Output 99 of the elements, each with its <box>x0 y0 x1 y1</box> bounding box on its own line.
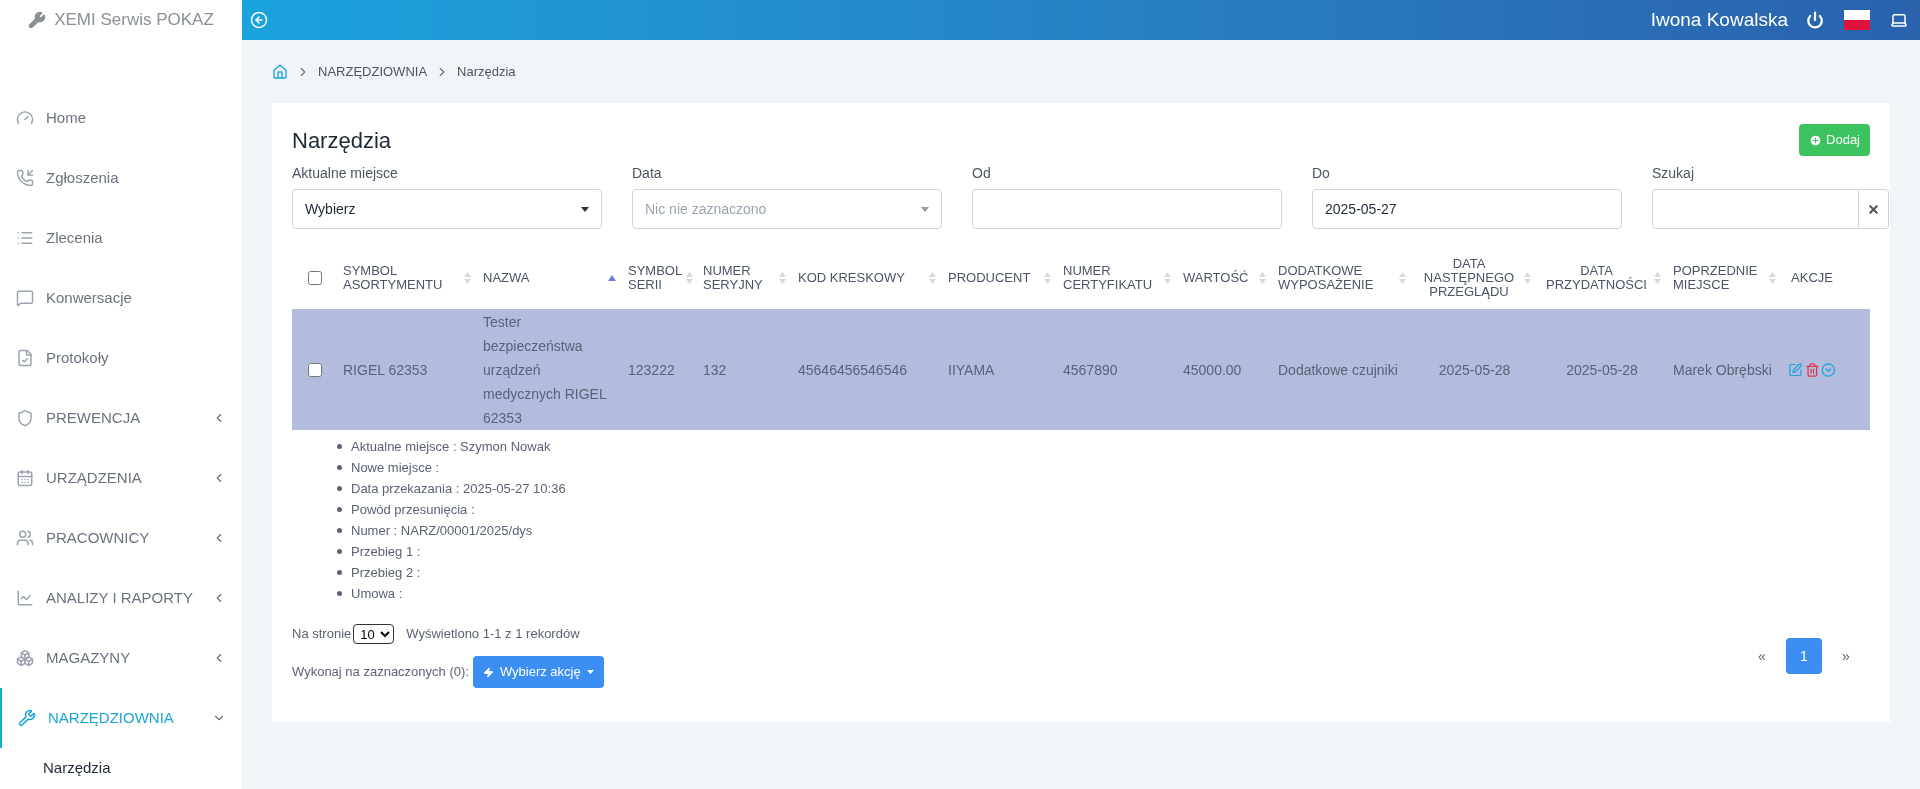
detail-text: Numer : NARZ/00001/2025/dys <box>351 522 533 540</box>
column-header[interactable]: NAZWA <box>483 271 530 285</box>
edit-icon[interactable] <box>1788 361 1803 378</box>
table-cell: Tester bezpieczeństwa urządzeń medycznych RIGEL 62353 <box>483 313 607 426</box>
filter-label: Od <box>972 164 992 181</box>
sidebar-item[interactable]: MAGAZYNY <box>0 628 242 688</box>
select-all-checkbox[interactable] <box>307 271 322 285</box>
caret-icon <box>581 206 589 212</box>
sidebar-item[interactable]: Konwersacje <box>0 268 242 328</box>
list-icon <box>16 229 34 247</box>
bullet-icon <box>337 570 342 575</box>
table-cell: RIGEL 62353 <box>343 361 428 378</box>
bullet-icon <box>337 549 342 554</box>
breadcrumb-link[interactable]: Narzędzia <box>457 61 516 82</box>
document-icon <box>16 349 34 367</box>
sidebar-item[interactable]: URZĄDZENIA <box>0 448 242 508</box>
column-header: AKCJE <box>1791 271 1833 285</box>
user-name[interactable]: Iwona Kowalska <box>1650 5 1788 35</box>
lightning-icon <box>482 666 494 678</box>
sidebar-item[interactable]: Zlecenia <box>0 208 242 268</box>
power-icon[interactable] <box>1806 11 1824 29</box>
column-header[interactable]: WARTOŚĆ <box>1183 271 1249 285</box>
close-icon <box>1867 202 1880 216</box>
column-header[interactable]: DATA PRZYDATNOŚCI <box>1543 264 1650 292</box>
brand-name: XEMI Serwis POKAZ <box>54 9 214 32</box>
filter-label: Data <box>632 164 663 181</box>
column-header[interactable]: PRODUCENT <box>948 271 1031 285</box>
flag-icon[interactable] <box>1844 10 1870 30</box>
table-cell: IIYAMA <box>948 361 995 378</box>
table-cell: 45000.00 <box>1183 361 1242 378</box>
table-cell: 4567890 <box>1063 361 1118 378</box>
records-summary: Wyświetlono 1-1 z 1 rekordów <box>406 625 580 644</box>
table-cell: 2025-05-28 <box>1566 361 1638 378</box>
column-header[interactable]: KOD KRESKOWY <box>798 271 905 285</box>
wrench-icon <box>28 11 47 29</box>
column-header[interactable]: SYMBOL SERII <box>628 264 682 292</box>
column-header[interactable]: DATA NASTĘPNEGO PRZEGLĄDU <box>1418 257 1520 299</box>
caret-icon <box>586 670 594 674</box>
users-icon <box>16 529 34 547</box>
bullet-icon <box>337 591 342 596</box>
detail-text: Aktualne miejsce : Szymon Nowak <box>351 438 551 456</box>
column-header[interactable]: NUMER CERTYFIKATU <box>1063 264 1160 292</box>
bullet-icon <box>337 486 342 491</box>
home-icon[interactable] <box>272 63 288 80</box>
table-cell: 2025-05-28 <box>1438 361 1511 378</box>
detail-text: Umowa : <box>351 585 403 603</box>
detail-text: Powód przesunięcia : <box>351 501 475 519</box>
date-field[interactable] <box>972 189 1282 229</box>
table-cell: Marek Obrębski <box>1673 361 1772 378</box>
calendar-icon <box>16 469 34 487</box>
filter-label: Aktualne miejsce <box>292 164 399 181</box>
detail-text: Przebieg 1 : <box>351 543 421 561</box>
laptop-icon[interactable] <box>1890 11 1908 29</box>
sidebar-item[interactable]: Protokoły <box>0 328 242 388</box>
table-cell: 45646456546546 <box>798 361 907 378</box>
column-header[interactable]: DODATKOWE WYPOSAŻENIE <box>1278 264 1395 292</box>
row-checkbox[interactable] <box>307 362 322 377</box>
bullet-icon <box>337 444 342 449</box>
trash-icon[interactable] <box>1804 361 1820 378</box>
sidebar-item[interactable]: Zgłoszenia <box>0 148 242 208</box>
collapse-icon[interactable] <box>250 11 268 29</box>
boxes-icon <box>16 649 34 667</box>
gauge-icon <box>16 109 34 127</box>
phone-icon <box>16 169 34 187</box>
column-header[interactable]: NUMER SERYJNY <box>703 264 775 292</box>
table-cell: Dodatkowe czujniki <box>1278 361 1398 378</box>
search-field[interactable] <box>1652 189 1859 229</box>
caret-icon <box>921 206 929 212</box>
per-page-select[interactable]: 10 <box>353 624 395 644</box>
clear-button[interactable] <box>1859 189 1889 229</box>
detail-text: Data przekazania : 2025-05-27 10:36 <box>351 480 566 498</box>
sidebar-item[interactable]: PRACOWNICY <box>0 508 242 568</box>
expand-icon[interactable] <box>1821 361 1836 378</box>
filter-label: Szukaj <box>1652 164 1696 181</box>
table-cell: 123222 <box>628 361 675 378</box>
detail-text: Przebieg 2 : <box>351 564 421 582</box>
wrench-icon <box>18 709 36 727</box>
detail-text: Nowe miejsce : <box>351 459 440 477</box>
sidebar-item[interactable]: Home <box>0 88 242 148</box>
shield-icon <box>16 409 34 427</box>
bullet-icon <box>337 528 342 533</box>
page-title: Narzędzia <box>292 126 392 155</box>
date-field[interactable]: 2025-05-27 <box>1312 189 1622 229</box>
column-header[interactable]: SYMBOL ASORTYMENTU <box>343 264 460 292</box>
table-cell: 132 <box>703 361 727 378</box>
breadcrumb-link[interactable]: NARZĘDZIOWNIA <box>318 61 428 82</box>
bullet-icon <box>337 507 342 512</box>
bulk-action-label: Wykonaj na zaznaczonych (0): <box>292 663 469 682</box>
filter-label: Do <box>1312 164 1331 181</box>
line-chart-icon <box>16 589 34 607</box>
submenu-item[interactable]: Narzędzia <box>0 748 242 788</box>
column-header[interactable]: POPRZEDNIE MIEJSCE <box>1673 264 1765 292</box>
plus-icon <box>1809 133 1823 147</box>
sidebar-item[interactable]: PREWENCJA <box>0 388 242 448</box>
chat-icon <box>16 289 34 307</box>
per-page-label: Na stronie <box>292 625 352 644</box>
dropdown-field[interactable]: Wybierz <box>292 189 602 229</box>
bullet-icon <box>337 465 342 470</box>
sidebar-item[interactable]: ANALIZY I RAPORTY <box>0 568 242 628</box>
